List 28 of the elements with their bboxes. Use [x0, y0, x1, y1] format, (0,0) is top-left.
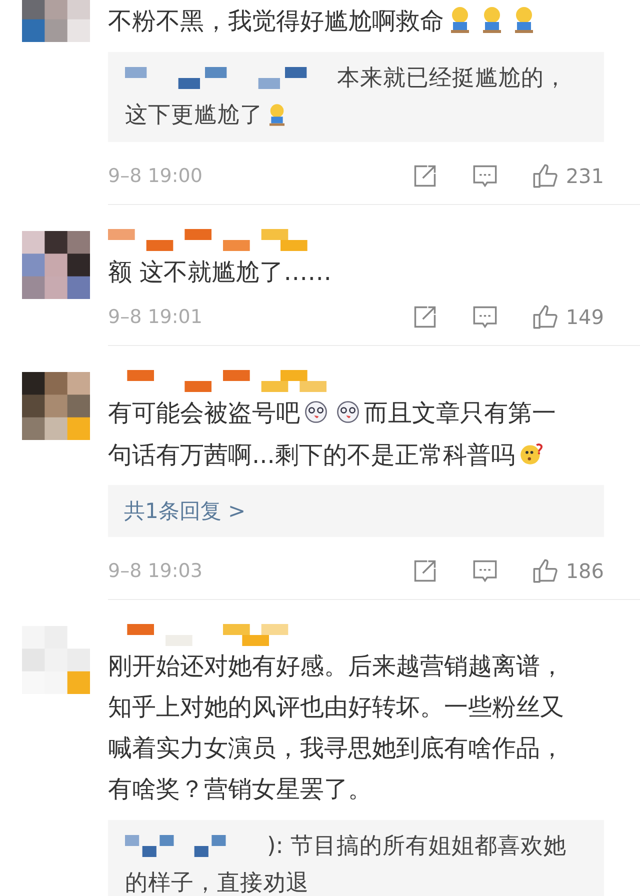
- comment-text: 有可能会被盗号吧 而且文章只有第一句话有万茜啊...剩下的不是正常科普吗: [108, 397, 557, 471]
- thumbs-up-icon: [532, 163, 558, 189]
- thumbs-up-icon: [532, 558, 558, 584]
- dizzy-face-icon: [336, 398, 360, 426]
- like-button[interactable]: 231: [532, 163, 604, 189]
- share-icon[interactable]: [412, 304, 438, 330]
- comment-text: 不粉不黑，我觉得好尴尬啊救命: [108, 0, 574, 42]
- reply-text: 本来就已经挺尴尬的，这下更尴尬了: [125, 64, 568, 130]
- kneeling-emoji-icon: [512, 6, 536, 34]
- kneeling-emoji-icon: [267, 103, 287, 127]
- share-icon[interactable]: [412, 558, 438, 584]
- like-button[interactable]: 149: [532, 304, 604, 330]
- thumbs-up-icon: [532, 304, 558, 330]
- comment-icon[interactable]: [472, 558, 498, 584]
- like-button[interactable]: 186: [532, 558, 604, 584]
- more-replies-link[interactable]: 共1条回复 >: [124, 499, 246, 523]
- timestamp: 9–8 19:03: [108, 560, 202, 582]
- kneeling-emoji-icon: [480, 6, 504, 34]
- comment-icon[interactable]: [472, 304, 498, 330]
- dizzy-face-icon: [304, 398, 328, 426]
- comment-text: 额 这不就尴尬了……: [108, 257, 333, 288]
- reply-text: ): 节目搞的所有姐姐都喜欢她的样子，直接劝退: [125, 832, 568, 896]
- timestamp: 9–8 19:01: [108, 306, 202, 328]
- timestamp: 9–8 19:00: [108, 165, 202, 187]
- kneeling-emoji-icon: [448, 6, 472, 34]
- comment-text: 刚开始还对她有好感。后来越营销越离谱，知乎上对她的风评也由好转坏。一些粉丝又喊着实力女演员，我寻思她到底有啥作品，有啥奖？营销女星罢了。: [108, 651, 565, 805]
- comment-icon[interactable]: [472, 163, 498, 189]
- share-icon[interactable]: [412, 163, 438, 189]
